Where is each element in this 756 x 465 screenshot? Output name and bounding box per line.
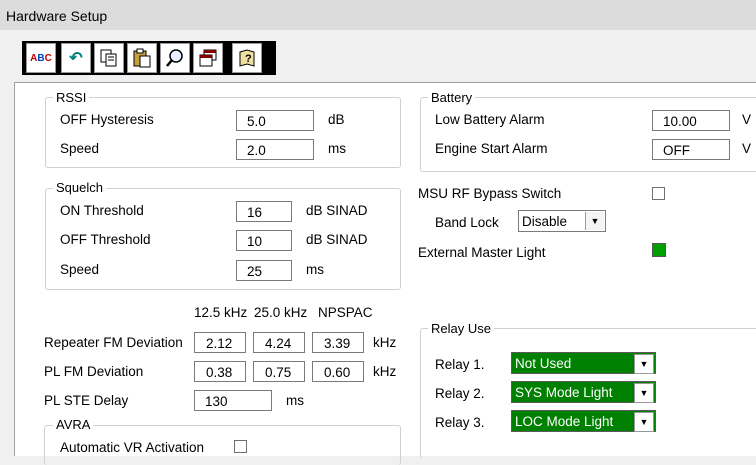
engine-start-alarm-label: Engine Start Alarm [435,141,548,156]
rssi-legend: RSSI [53,90,90,105]
pl-ste-delay-unit: ms [286,393,304,408]
band-lock-select[interactable]: Disable ▼ [518,210,606,232]
squelch-legend: Squelch [53,180,106,195]
repeater-deviation-label: Repeater FM Deviation [44,335,183,350]
engine-start-alarm-input[interactable]: OFF [652,139,730,160]
copy-icon[interactable] [94,43,124,73]
external-master-light-label: External Master Light [418,245,546,260]
relay-1-select[interactable]: Not Used ▼ [511,352,656,374]
squelch-speed-label: Speed [60,262,100,277]
squelch-on-threshold-unit: dB SINAD [306,203,368,218]
squelch-on-threshold-input[interactable]: 16 [236,201,292,222]
col-header-12-5: 12.5 kHz [194,305,248,320]
toolbar: ABC ↶ ? [22,41,276,75]
pl-deviation-label: PL FM Deviation [44,364,144,379]
relay-3-value: LOC Mode Light [515,414,614,429]
repeater-deviation-npspac-input[interactable]: 3.39 [312,332,364,353]
help-book-icon[interactable]: ? [232,43,262,73]
relay-use-legend: Relay Use [428,321,494,336]
squelch-off-threshold-label: OFF Threshold [60,232,151,247]
rssi-off-hysteresis-input[interactable]: 5.0 [236,110,314,131]
pl-deviation-12-5-input[interactable]: 0.38 [194,361,246,382]
relay-2-value: SYS Mode Light [515,385,613,400]
external-master-light-indicator[interactable] [652,243,666,257]
find-icon[interactable] [160,43,190,73]
chevron-down-icon[interactable]: ▼ [585,212,604,230]
msu-rf-bypass-checkbox[interactable] [652,187,665,200]
auto-vr-activation-checkbox[interactable] [234,440,247,453]
paste-icon[interactable] [127,43,157,73]
auto-vr-activation-label: Automatic VR Activation [60,440,205,455]
relay-3-label: Relay 3. [435,415,485,430]
svg-text:?: ? [245,53,252,65]
relay-2-select[interactable]: SYS Mode Light ▼ [511,381,656,403]
window-title: Hardware Setup [6,8,108,24]
chevron-down-icon[interactable]: ▼ [634,412,654,432]
rssi-speed-input[interactable]: 2.0 [236,139,314,160]
pl-deviation-25-0-input[interactable]: 0.75 [253,361,305,382]
relay-2-label: Relay 2. [435,386,485,401]
rssi-speed-unit: ms [328,141,346,156]
pl-deviation-npspac-input[interactable]: 0.60 [312,361,364,382]
rssi-speed-label: Speed [60,141,100,156]
pl-ste-delay-label: PL STE Delay [44,393,129,408]
relay-1-label: Relay 1. [435,357,485,372]
repeater-deviation-25-0-input[interactable]: 4.24 [253,332,305,353]
avra-legend: AVRA [53,417,94,432]
msu-rf-bypass-label: MSU RF Bypass Switch [418,186,562,201]
spellcheck-icon[interactable]: ABC [26,43,56,73]
chevron-down-icon[interactable]: ▼ [634,383,654,403]
squelch-off-threshold-unit: dB SINAD [306,232,368,247]
repeater-deviation-12-5-input[interactable]: 2.12 [194,332,246,353]
low-battery-alarm-label: Low Battery Alarm [435,112,545,127]
title-bar: Hardware Setup [0,0,756,31]
pl-ste-delay-input[interactable]: 130 [194,390,272,411]
col-header-npspac: NPSPAC [318,305,373,320]
squelch-speed-input[interactable]: 25 [236,260,292,281]
rssi-off-hysteresis-label: OFF Hysteresis [60,112,154,127]
band-lock-value: Disable [522,214,568,229]
engine-start-alarm-unit: V [742,141,752,156]
band-lock-label: Band Lock [435,215,499,230]
window-icon[interactable] [193,43,223,73]
rssi-group [45,97,401,168]
relay-3-select[interactable]: LOC Mode Light ▼ [511,410,656,432]
low-battery-alarm-unit: V [742,112,752,127]
battery-group [420,97,756,172]
repeater-deviation-unit: kHz [373,335,397,350]
pl-deviation-unit: kHz [373,364,397,379]
squelch-off-threshold-input[interactable]: 10 [236,230,292,251]
chevron-down-icon[interactable]: ▼ [634,354,654,374]
undo-icon[interactable]: ↶ [61,43,91,73]
squelch-speed-unit: ms [306,262,324,277]
low-battery-alarm-input[interactable]: 10.00 [652,110,730,131]
battery-legend: Battery [428,90,476,105]
squelch-on-threshold-label: ON Threshold [60,203,144,218]
col-header-25-0: 25.0 kHz [254,305,308,320]
rssi-off-hysteresis-unit: dB [328,112,345,127]
relay-1-value: Not Used [515,356,572,371]
